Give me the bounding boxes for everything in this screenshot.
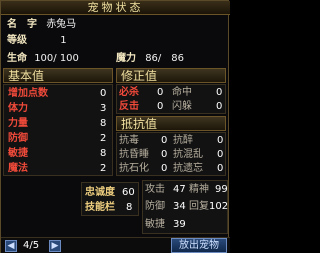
attack-value: 47 — [173, 184, 186, 195]
attack-label: 攻击 — [145, 184, 165, 195]
resist-value: 0 — [161, 149, 168, 160]
agility-label: 敏捷 — [145, 219, 165, 230]
base-section-header: 基本值 — [3, 68, 113, 83]
base-value: 0 — [100, 88, 107, 99]
correction-box: 必杀 0 命中 0 反击 0 闪躲 0 — [116, 84, 226, 114]
skill-slots-label: 技能栏 — [85, 202, 115, 213]
correction-value: 0 — [216, 87, 223, 98]
correction-value: 0 — [216, 101, 223, 112]
correction-value: 0 — [157, 87, 164, 98]
defense-label: 防御 — [145, 201, 165, 212]
base-values-box: 增加点数 0 体力 3 力量 8 防御 2 敏捷 8 魔法 2 — [3, 84, 113, 176]
resist-value: 0 — [217, 135, 224, 146]
base-label: 防御 — [8, 133, 28, 144]
mp-value: 86/ 86 — [145, 53, 185, 64]
mp-label: 魔力 — [116, 53, 136, 64]
resist-label: 抗混乱 — [173, 149, 203, 160]
base-value: 2 — [100, 163, 107, 174]
hp-value: 100/ 100 — [34, 53, 79, 64]
agility-value: 39 — [173, 219, 186, 230]
correction-label: 必杀 — [119, 87, 139, 98]
release-pet-button[interactable]: 放出宠物 — [171, 238, 227, 253]
prev-page-button[interactable]: ◀ — [5, 240, 17, 252]
level-value: 1 — [60, 35, 67, 46]
resist-label: 抗昏睡 — [119, 149, 149, 160]
pet-level-row: 等级 1 — [7, 34, 67, 47]
defense-value: 34 — [173, 201, 186, 212]
pet-name: 赤兔马 — [46, 19, 77, 30]
resist-value: 0 — [217, 163, 224, 174]
hp-row: 生命 100/ 100 — [7, 52, 79, 65]
resist-value: 0 — [161, 163, 168, 174]
spirit-label: 精神 — [189, 184, 209, 195]
base-label: 力量 — [8, 118, 28, 129]
hp-label: 生命 — [7, 53, 27, 64]
correction-label: 闪躲 — [172, 101, 192, 112]
correction-label: 命中 — [172, 87, 192, 98]
resist-box: 抗毒 0 抗醉 0 抗昏睡 0 抗混乱 0 抗石化 0 抗遗忘 0 — [116, 132, 226, 176]
pet-name-label: 名 字 — [7, 19, 37, 30]
base-label: 增加点数 — [8, 88, 48, 99]
recover-value: 102 — [209, 201, 229, 212]
resist-section-header: 抵抗值 — [116, 116, 226, 131]
extra-box: 忠诚度 60 技能栏 8 — [81, 182, 139, 216]
loyalty-value: 60 — [122, 187, 135, 198]
resist-label: 抗遗忘 — [173, 163, 203, 174]
correction-section-header: 修正值 — [116, 68, 226, 83]
pet-status-window: 宠物状态 名 字 赤兔马 等级 1 生命 100/ 100 魔力 86/ 86 … — [0, 0, 230, 253]
base-value: 8 — [100, 148, 107, 159]
recover-label: 回复 — [189, 201, 209, 212]
page-indicator: 4/5 — [23, 240, 40, 251]
base-label: 体力 — [8, 103, 28, 114]
correction-value: 0 — [157, 101, 164, 112]
base-label: 魔法 — [8, 163, 28, 174]
combat-box: 攻击 47 精神 99 防御 34 回复 102 敏捷 39 — [142, 180, 228, 234]
window-title: 宠物状态 — [1, 1, 230, 15]
loyalty-label: 忠诚度 — [85, 187, 115, 198]
pet-name-row: 名 字 赤兔马 — [7, 18, 76, 31]
resist-label: 抗醉 — [173, 135, 193, 146]
resist-value: 0 — [217, 149, 224, 160]
resist-label: 抗石化 — [119, 163, 149, 174]
next-page-button[interactable]: ▶ — [49, 240, 61, 252]
level-label: 等级 — [7, 35, 27, 46]
base-value: 8 — [100, 118, 107, 129]
base-label: 敏捷 — [8, 148, 28, 159]
mp-row: 魔力 86/ 86 — [116, 52, 184, 65]
resist-label: 抗毒 — [119, 135, 139, 146]
skill-slots-value: 8 — [126, 202, 133, 213]
correction-label: 反击 — [119, 101, 139, 112]
base-value: 3 — [100, 103, 107, 114]
resist-value: 0 — [161, 135, 168, 146]
base-value: 2 — [100, 133, 107, 144]
spirit-value: 99 — [215, 184, 228, 195]
